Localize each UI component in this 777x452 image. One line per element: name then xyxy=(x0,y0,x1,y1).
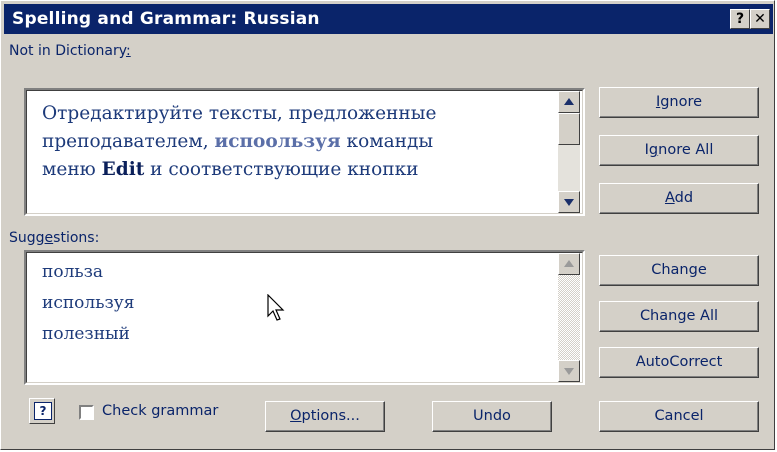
close-button[interactable]: ✕ xyxy=(750,9,770,29)
ignore-all-button[interactable]: Ignore All xyxy=(599,135,759,166)
misspelled-word: испоользуя xyxy=(214,131,341,152)
sentence-text: Отредактируйте тексты, предложенные преп… xyxy=(42,103,437,180)
not-in-dictionary-textbox[interactable]: Отредактируйте тексты, предложенные преп… xyxy=(24,88,585,216)
spelling-grammar-dialog: Spelling and Grammar: Russian ? ✕ Not in… xyxy=(0,0,775,450)
change-all-button[interactable]: Change All xyxy=(599,301,759,332)
scroll-up-button[interactable] xyxy=(558,91,580,113)
scroll-down-button[interactable] xyxy=(558,191,580,213)
suggestion-item[interactable]: полезный xyxy=(42,324,130,344)
check-grammar-checkbox[interactable] xyxy=(79,405,94,420)
add-button[interactable]: Add xyxy=(599,183,759,214)
suggestions-label: Suggestions: xyxy=(9,230,100,246)
suggestion-item[interactable]: польза xyxy=(42,262,103,282)
help-button[interactable]: ? xyxy=(29,398,55,424)
suggestion-item[interactable]: используя xyxy=(42,293,134,313)
help-icon: ? xyxy=(34,402,52,420)
title-help-button[interactable]: ? xyxy=(730,9,750,29)
cancel-button[interactable]: Cancel xyxy=(599,401,759,432)
check-grammar-label[interactable]: Check grammar xyxy=(102,403,218,419)
suggestions-scroll-down[interactable] xyxy=(558,360,580,382)
suggestions-scroll-up[interactable] xyxy=(558,253,580,275)
suggestions-scrollbar[interactable] xyxy=(558,253,580,382)
options-button[interactable]: Options... xyxy=(265,401,385,432)
title-bar[interactable]: Spelling and Grammar: Russian ? ✕ xyxy=(4,4,773,34)
dictionary-scrollbar[interactable] xyxy=(558,91,580,213)
undo-button[interactable]: Undo xyxy=(432,401,552,432)
ignore-button[interactable]: Ignore xyxy=(599,87,759,118)
scroll-thumb[interactable] xyxy=(558,113,580,145)
suggestions-list[interactable]: польза используя полезный xyxy=(24,250,585,385)
window-title: Spelling and Grammar: Russian xyxy=(12,9,320,29)
not-in-dictionary-label: Not in Dictionary: xyxy=(9,43,131,59)
change-button[interactable]: Change xyxy=(599,255,759,286)
mouse-pointer-icon xyxy=(267,294,285,321)
autocorrect-button[interactable]: AutoCorrect xyxy=(599,347,759,378)
